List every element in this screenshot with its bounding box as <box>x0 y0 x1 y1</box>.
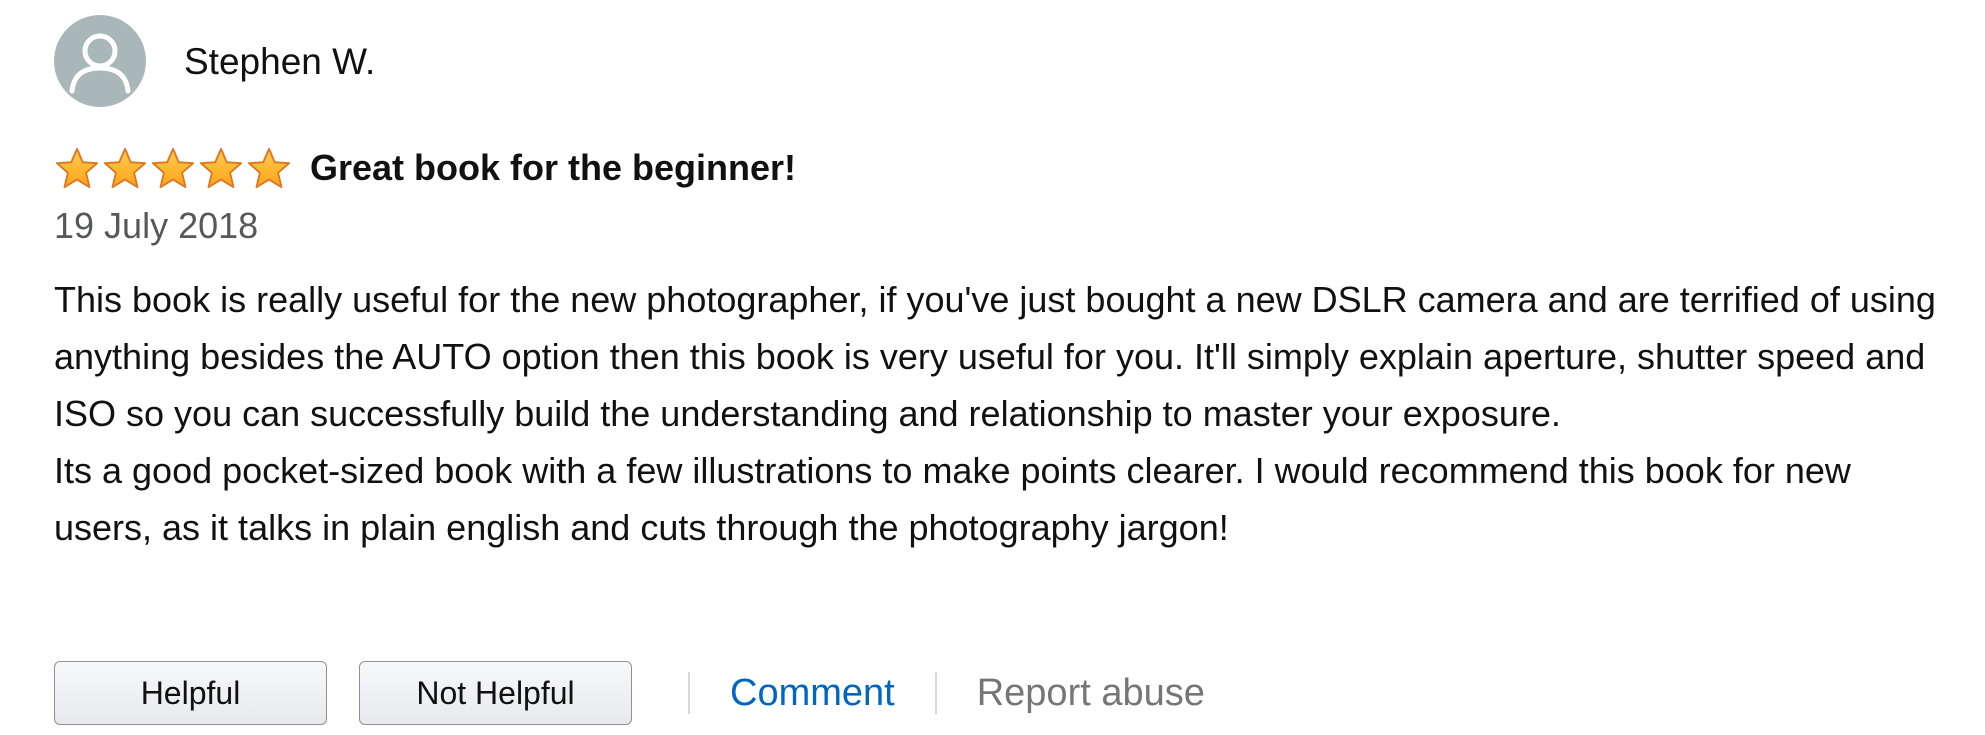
star-rating <box>54 145 292 191</box>
review-paragraph: Its a good pocket-sized book with a few … <box>54 450 1851 549</box>
review-card: Stephen W. Great book for the beginner! … <box>54 14 1954 556</box>
helpful-button[interactable]: Helpful <box>54 661 327 725</box>
not-helpful-button[interactable]: Not Helpful <box>359 661 632 725</box>
review-date: 19 July 2018 <box>54 205 259 246</box>
review-body: This book is really useful for the new p… <box>54 271 1954 556</box>
star-filled-icon <box>102 145 148 191</box>
star-filled-icon <box>150 145 196 191</box>
comment-link[interactable]: Comment <box>690 674 935 712</box>
review-title[interactable]: Great book for the beginner! <box>310 147 796 189</box>
avatar-user-icon <box>54 15 146 107</box>
star-filled-icon <box>198 145 244 191</box>
star-filled-icon <box>54 145 100 191</box>
author-name[interactable]: Stephen W. <box>184 43 375 80</box>
user-silhouette-icon <box>69 33 131 94</box>
star-filled-icon <box>246 145 292 191</box>
review-actions: Helpful Not Helpful Comment Report abuse <box>54 660 1245 726</box>
review-title-row: Great book for the beginner! <box>54 144 1954 192</box>
review-paragraph: This book is really useful for the new p… <box>54 279 1936 435</box>
report-abuse-link[interactable]: Report abuse <box>937 674 1245 712</box>
review-author: Stephen W. <box>54 14 1954 108</box>
